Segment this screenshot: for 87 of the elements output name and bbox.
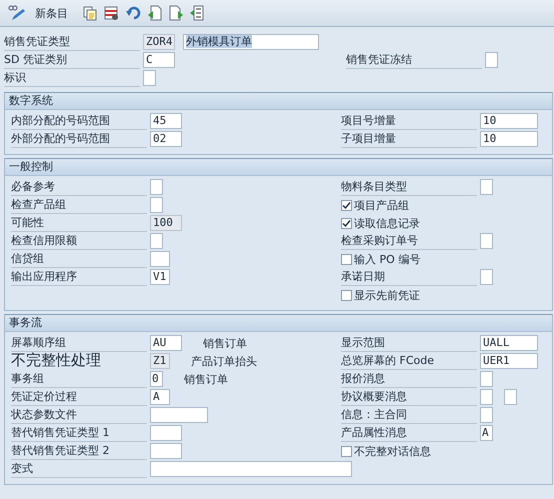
checkbox-label: 项目产品组 <box>354 198 409 212</box>
field-label: 协议概要消息 <box>341 388 477 406</box>
input-field[interactable] <box>480 389 493 405</box>
input-field[interactable] <box>150 179 163 195</box>
field-label: 外部分配的号码范围 <box>11 130 147 148</box>
input-field[interactable]: A <box>150 389 170 405</box>
group-title: 事务流 <box>5 315 552 332</box>
field-label: 标识 <box>4 70 140 86</box>
pencil-icon[interactable] <box>8 5 26 21</box>
field-label: 检查产品组 <box>11 196 147 214</box>
input-field[interactable] <box>480 179 493 195</box>
field-label: 可能性 <box>11 214 147 232</box>
description-text: 销售订单 <box>184 372 228 386</box>
field-label: 销售凭证冻结 <box>346 52 482 68</box>
field-label: 检查采购订单号 <box>341 232 477 250</box>
input-field[interactable] <box>150 443 182 459</box>
input-field[interactable]: UALL <box>480 335 538 351</box>
checkbox-label: 读取信息记录 <box>354 216 420 230</box>
field-label: 产品属性消息 <box>341 424 477 442</box>
checkbox[interactable] <box>341 218 352 228</box>
input-field[interactable]: C <box>143 52 175 68</box>
input-field[interactable] <box>485 52 498 68</box>
input-field[interactable] <box>480 233 493 249</box>
field-label: 必备参考 <box>11 178 147 196</box>
field-label: 凭证定价过程 <box>11 388 147 406</box>
input-field[interactable]: 100 <box>150 215 182 231</box>
input-field[interactable]: 02 <box>150 131 182 147</box>
checkbox-label: 不完整对话信息 <box>354 444 431 458</box>
checkbox-label: 输入 PO 编号 <box>354 252 420 266</box>
undo-icon[interactable] <box>126 6 141 20</box>
input-field[interactable]: UER1 <box>480 353 538 369</box>
input-field[interactable]: ZOR4 <box>143 34 175 50</box>
input-field[interactable] <box>150 407 208 423</box>
field-label: 承诺日期 <box>341 268 477 286</box>
checkbox[interactable] <box>341 254 352 264</box>
input-field[interactable] <box>150 425 182 441</box>
group-title: 数字系统 <box>5 93 552 110</box>
input-field[interactable] <box>150 251 170 267</box>
input-field[interactable] <box>480 407 493 423</box>
field-label: 信息：主合同 <box>341 406 477 424</box>
field-label: 屏幕顺序组 <box>11 334 147 352</box>
field-label: 物料条目类型 <box>341 178 477 196</box>
field-label: 替代销售凭证类型 1 <box>11 424 147 442</box>
checkbox[interactable] <box>341 200 352 210</box>
input-field[interactable]: A <box>480 425 493 441</box>
field-label: 子项目增量 <box>341 130 477 148</box>
input-field[interactable] <box>143 70 156 86</box>
field-label: SD 凭证类别 <box>4 52 140 68</box>
new-entries-button[interactable]: 新条目 <box>33 6 76 20</box>
field-label: 项目号增量 <box>341 112 477 130</box>
input-field[interactable] <box>480 269 493 285</box>
checkbox[interactable] <box>341 446 352 456</box>
field-label: 输出应用程序 <box>11 268 147 286</box>
field-label: 显示范围 <box>341 334 477 352</box>
field-label: 变式 <box>11 460 147 478</box>
input-field[interactable] <box>480 371 493 387</box>
field-label: 事务组 <box>11 370 147 388</box>
previous-page-icon[interactable] <box>148 5 162 21</box>
field-label: 替代销售凭证类型 2 <box>11 442 147 460</box>
input-field[interactable] <box>504 389 517 405</box>
next-page-icon[interactable] <box>169 5 183 21</box>
input-field[interactable]: 0 <box>150 371 163 387</box>
input-field[interactable]: 10 <box>480 131 538 147</box>
field-label: 信贷组 <box>11 250 147 268</box>
field-label: 不完整性处理 <box>11 352 102 370</box>
input-field[interactable] <box>150 197 163 213</box>
input-field[interactable] <box>150 461 352 477</box>
field-label: 检查信用限额 <box>11 232 147 250</box>
input-field[interactable] <box>150 233 163 249</box>
field-label: 内部分配的号码范围 <box>11 112 147 130</box>
checkbox-label: 显示先前凭证 <box>354 288 420 302</box>
description-text: 销售订单 <box>203 336 247 350</box>
field-label: 销售凭证类型 <box>4 34 140 50</box>
field-label: 状态参数文件 <box>11 406 147 424</box>
input-field[interactable]: 10 <box>480 113 538 129</box>
group-title: 一般控制 <box>5 159 552 176</box>
list-icon[interactable] <box>190 5 204 21</box>
input-field[interactable]: 外销模具订单 <box>183 34 319 50</box>
input-field[interactable]: AU <box>150 335 182 351</box>
copy-icon[interactable] <box>83 6 97 20</box>
checkbox[interactable] <box>341 290 352 300</box>
description-text: 产品订单抬头 <box>191 354 257 368</box>
input-field[interactable]: V1 <box>150 269 170 285</box>
field-label: 报价消息 <box>341 370 477 388</box>
input-field[interactable]: 45 <box>150 113 182 129</box>
input-field[interactable]: Z1 <box>150 353 170 369</box>
field-label: 总览屏幕的 FCode <box>341 352 477 370</box>
